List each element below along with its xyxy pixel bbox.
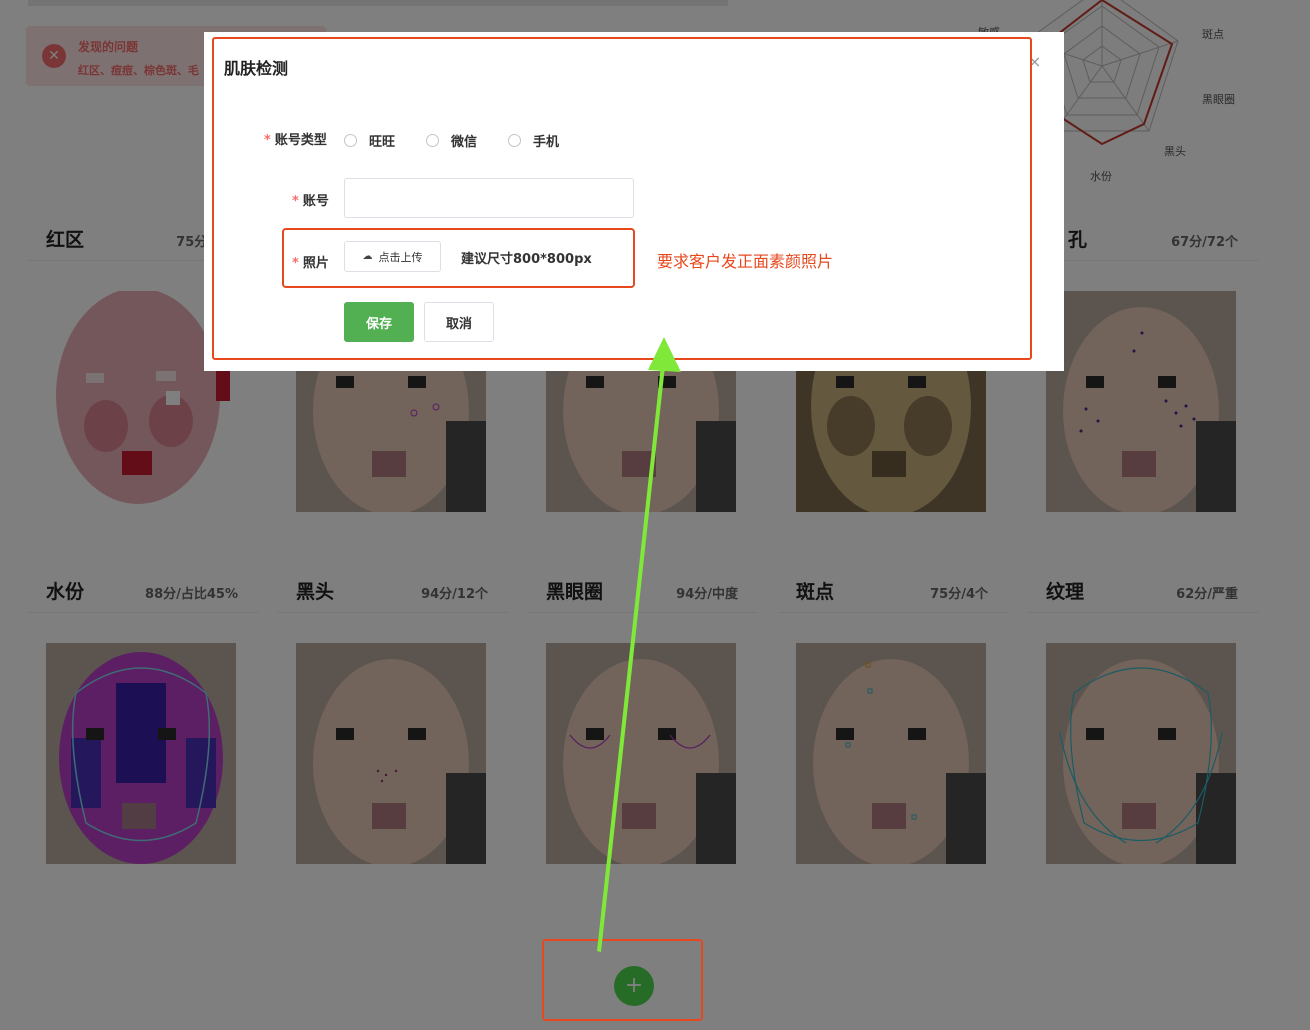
annotation-arrow — [597, 337, 681, 952]
